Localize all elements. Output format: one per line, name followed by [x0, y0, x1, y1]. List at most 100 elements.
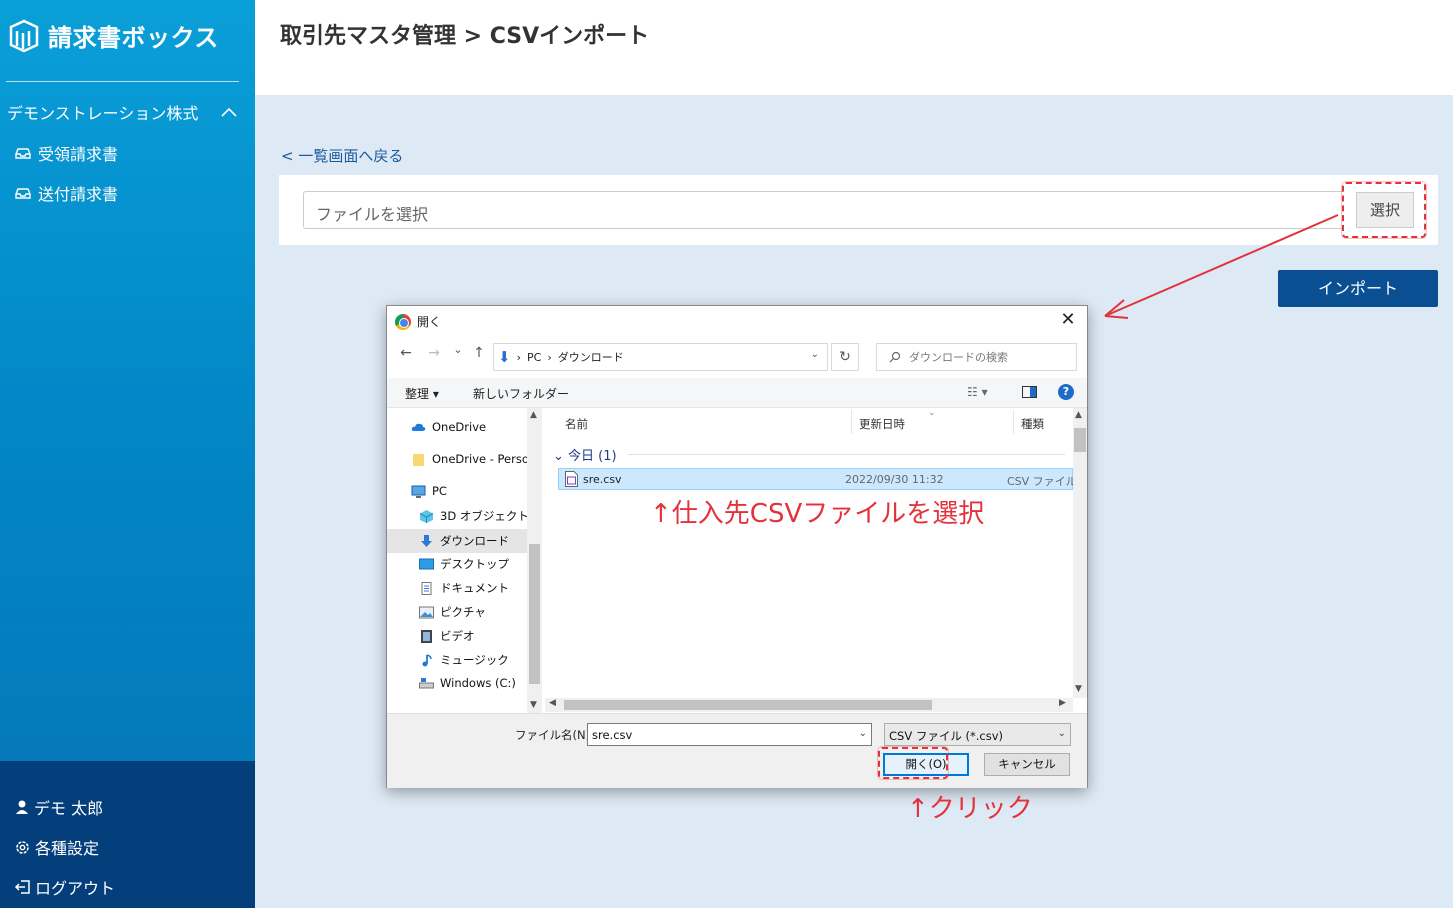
filetype-select[interactable]: CSV ファイル (*.csv) ⌄: [884, 723, 1071, 746]
tree-item-downloads[interactable]: ダウンロード: [387, 529, 527, 553]
settings-link[interactable]: 各種設定: [14, 835, 99, 859]
tree-item-windows-c[interactable]: Windows (C:): [419, 676, 516, 690]
video-icon: [421, 629, 432, 643]
column-separator[interactable]: [851, 410, 852, 434]
breadcrumb-pc[interactable]: PC: [527, 351, 541, 364]
file-row[interactable]: sre.csv 2022/09/30 11:32 CSV ファイル: [558, 468, 1073, 490]
tree-label: PC: [432, 484, 447, 498]
column-header-type[interactable]: 種類: [1021, 416, 1044, 432]
recent-locations-icon[interactable]: ⌄: [449, 343, 467, 356]
scroll-up-icon[interactable]: ▲: [1075, 410, 1082, 420]
back-arrow-icon[interactable]: ←: [397, 345, 415, 361]
file-input[interactable]: ファイルを選択: [303, 191, 1343, 229]
filename-value: sre.csv: [592, 728, 633, 742]
tree-label: OneDrive - Personal: [432, 452, 542, 466]
search-placeholder: ダウンロードの検索: [909, 351, 1008, 364]
chevron-down-icon[interactable]: ⌄: [811, 349, 819, 360]
file-list-hscrollbar[interactable]: ◀ ▶: [545, 698, 1073, 712]
column-header-name[interactable]: 名前: [565, 416, 588, 432]
dialog-footer: ファイル名(N): sre.csv ⌄ CSV ファイル (*.csv) ⌄ 開…: [387, 713, 1087, 788]
inbox-icon: [15, 148, 31, 159]
tree-item-onedrive-personal[interactable]: OneDrive - Personal: [411, 452, 542, 466]
file-list-scrollbar[interactable]: ▲ ▼: [1073, 408, 1087, 698]
filename-label: ファイル名(N):: [515, 728, 594, 742]
column-header-modified[interactable]: 更新日時: [859, 416, 905, 432]
tree-item-desktop[interactable]: デスクトップ: [419, 556, 509, 572]
file-select-card: ファイルを選択 選択: [279, 175, 1438, 245]
tree-label: OneDrive: [432, 420, 487, 434]
chevron-down-icon: ⌄: [553, 449, 564, 464]
document-icon: [421, 581, 432, 595]
logout-label: ログアウト: [35, 879, 116, 898]
sidebar-item-sent-invoices[interactable]: 送付請求書: [14, 181, 118, 205]
logo[interactable]: 請求書ボックス: [8, 18, 219, 53]
organize-button[interactable]: 整理 ▾: [405, 385, 439, 402]
scroll-down-icon[interactable]: ▼: [1075, 684, 1082, 694]
navigation-scrollbar[interactable]: ▲ ▼: [527, 408, 542, 713]
tree-label: ミュージック: [440, 653, 509, 667]
breadcrumb-downloads[interactable]: ダウンロード: [558, 349, 624, 365]
picture-icon: [419, 606, 434, 618]
forward-arrow-icon[interactable]: →: [425, 345, 443, 361]
scroll-left-icon[interactable]: ◀: [549, 698, 556, 708]
chrome-icon: [395, 313, 411, 330]
logout-icon: [14, 880, 30, 894]
download-icon: ⬇: [498, 348, 511, 366]
annotation-highlight-select: [1342, 182, 1426, 238]
close-icon[interactable]: ✕: [1057, 309, 1079, 330]
scroll-up-icon[interactable]: ▲: [530, 410, 537, 420]
filename-input[interactable]: sre.csv ⌄: [587, 723, 872, 746]
scroll-thumb[interactable]: [1074, 428, 1086, 452]
file-modified: 2022/09/30 11:32: [845, 473, 944, 486]
chevron-down-icon[interactable]: ⌄: [859, 728, 867, 739]
import-button[interactable]: インポート: [1278, 270, 1438, 307]
group-header-today[interactable]: ⌄ 今日 (1): [553, 445, 617, 464]
tree-item-3d-objects[interactable]: 3D オブジェクト: [419, 508, 529, 524]
scroll-down-icon[interactable]: ▼: [530, 700, 537, 710]
sidebar-divider: [6, 81, 239, 82]
tree-label: ドキュメント: [440, 581, 509, 595]
file-type: CSV ファイル: [1007, 475, 1073, 488]
tree-item-music[interactable]: ミュージック: [419, 652, 509, 668]
chevron-up-icon: [221, 107, 237, 117]
scroll-thumb[interactable]: [564, 700, 932, 710]
help-icon[interactable]: ?: [1058, 384, 1074, 400]
tree-item-pictures[interactable]: ピクチャ: [419, 604, 486, 620]
group-label: 今日 (1): [568, 449, 617, 464]
scroll-thumb[interactable]: [529, 544, 540, 684]
tree-item-onedrive[interactable]: OneDrive: [411, 420, 486, 434]
view-options-icon[interactable]: ☷ ▾: [967, 385, 988, 399]
tree-item-videos[interactable]: ビデオ: [419, 628, 475, 644]
organize-label: 整理: [405, 387, 430, 401]
up-arrow-icon[interactable]: ↑: [470, 345, 488, 361]
scroll-right-icon[interactable]: ▶: [1059, 698, 1066, 708]
tree-label: ビデオ: [440, 629, 475, 643]
chevron-down-icon: ⌄: [1057, 728, 1066, 739]
preview-pane-icon[interactable]: [1022, 386, 1037, 398]
tree-item-pc[interactable]: PC: [411, 484, 447, 498]
sort-chevron-icon: ⌄: [928, 408, 936, 418]
search-input[interactable]: ダウンロードの検索: [876, 343, 1077, 371]
column-separator[interactable]: [1013, 410, 1014, 434]
app-name: 請求書ボックス: [48, 24, 219, 52]
cube-icon: [419, 509, 434, 523]
tree-item-documents[interactable]: ドキュメント: [419, 580, 509, 596]
dialog-title: 開く: [417, 315, 442, 329]
breadcrumb-separator: ›: [516, 350, 521, 364]
folder-icon: [413, 453, 424, 466]
company-selector[interactable]: デモンストレーション株式: [7, 100, 237, 124]
annotation-click: ↑クリック: [907, 794, 1033, 824]
csv-file-icon: [565, 471, 578, 487]
sidebar-item-received-invoices[interactable]: 受領請求書: [14, 141, 118, 165]
logout-link[interactable]: ログアウト: [14, 875, 115, 899]
sidebar: 請求書ボックス デモンストレーション株式 受領請求書 送付請求書 デモ 太郎 各…: [0, 0, 255, 908]
back-to-list-link[interactable]: < 一覧画面へ戻る: [281, 145, 403, 166]
user-menu[interactable]: デモ 太郎: [14, 795, 103, 819]
address-bar[interactable]: ⬇ › PC › ダウンロード ⌄: [493, 343, 828, 371]
refresh-icon[interactable]: ↻: [831, 343, 859, 371]
new-folder-button[interactable]: 新しいフォルダー: [473, 385, 569, 402]
page-title: 取引先マスタ管理 > CSVインポート: [280, 24, 650, 49]
cancel-button[interactable]: キャンセル: [984, 753, 1070, 776]
dialog-toolbar: 整理 ▾ 新しいフォルダー ☷ ▾ ?: [387, 378, 1087, 408]
sidebar-item-label: 送付請求書: [38, 185, 119, 204]
